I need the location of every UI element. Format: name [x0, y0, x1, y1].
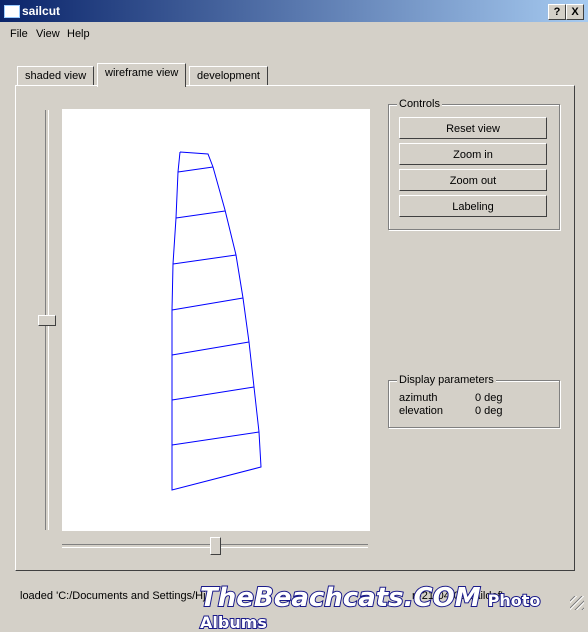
elevation-value: 0 deg	[475, 405, 503, 417]
sail-panel-line	[172, 254, 237, 265]
sail-panel-line	[171, 431, 260, 446]
app-icon	[4, 5, 20, 18]
help-button[interactable]: ?	[548, 4, 566, 20]
reset-view-button[interactable]: Reset view	[399, 117, 547, 139]
controls-group: Controls Reset view Zoom in Zoom out Lab…	[388, 98, 560, 230]
sail-wireframe	[171, 151, 262, 491]
azimuth-label: azimuth	[399, 392, 438, 404]
watermark-logo: TheBeachcats.COM Photo Albums	[199, 582, 541, 632]
sail-panel-line	[171, 386, 255, 401]
tab-shaded-view[interactable]: shaded view	[17, 66, 95, 86]
sail-panel-line	[171, 341, 250, 356]
sail-panel-line	[177, 166, 214, 173]
horizontal-slider-thumb[interactable]	[210, 537, 221, 555]
display-parameters-title: Display parameters	[397, 374, 496, 386]
sail-panel-line	[171, 297, 244, 311]
menu-file[interactable]: File	[10, 28, 28, 40]
tab-wireframe-view[interactable]: wireframe view	[97, 63, 187, 87]
menu-help[interactable]: Help	[67, 28, 90, 40]
menu-view[interactable]: View	[36, 28, 60, 40]
title-bar: sailcut ? X	[0, 0, 588, 22]
elevation-label: elevation	[399, 405, 444, 417]
sail-panel-line	[175, 210, 226, 219]
tab-development[interactable]: development	[189, 66, 268, 86]
window-title: sailcut	[22, 4, 61, 18]
zoom-out-button[interactable]: Zoom out	[399, 169, 547, 191]
wireframe-canvas[interactable]	[62, 109, 370, 531]
vertical-slider-thumb[interactable]	[38, 315, 56, 326]
azimuth-value: 0 deg	[475, 392, 503, 404]
controls-title: Controls	[397, 98, 442, 110]
zoom-in-button[interactable]: Zoom in	[399, 143, 547, 165]
labeling-button[interactable]: Labeling	[399, 195, 547, 217]
status-text: loaded 'C:/Documents and Settings/Hj	[20, 590, 206, 602]
sail-outline	[171, 151, 262, 491]
display-parameters-group: Display parameters azimuth 0 deg elevati…	[388, 374, 560, 428]
close-button[interactable]: X	[566, 4, 584, 20]
